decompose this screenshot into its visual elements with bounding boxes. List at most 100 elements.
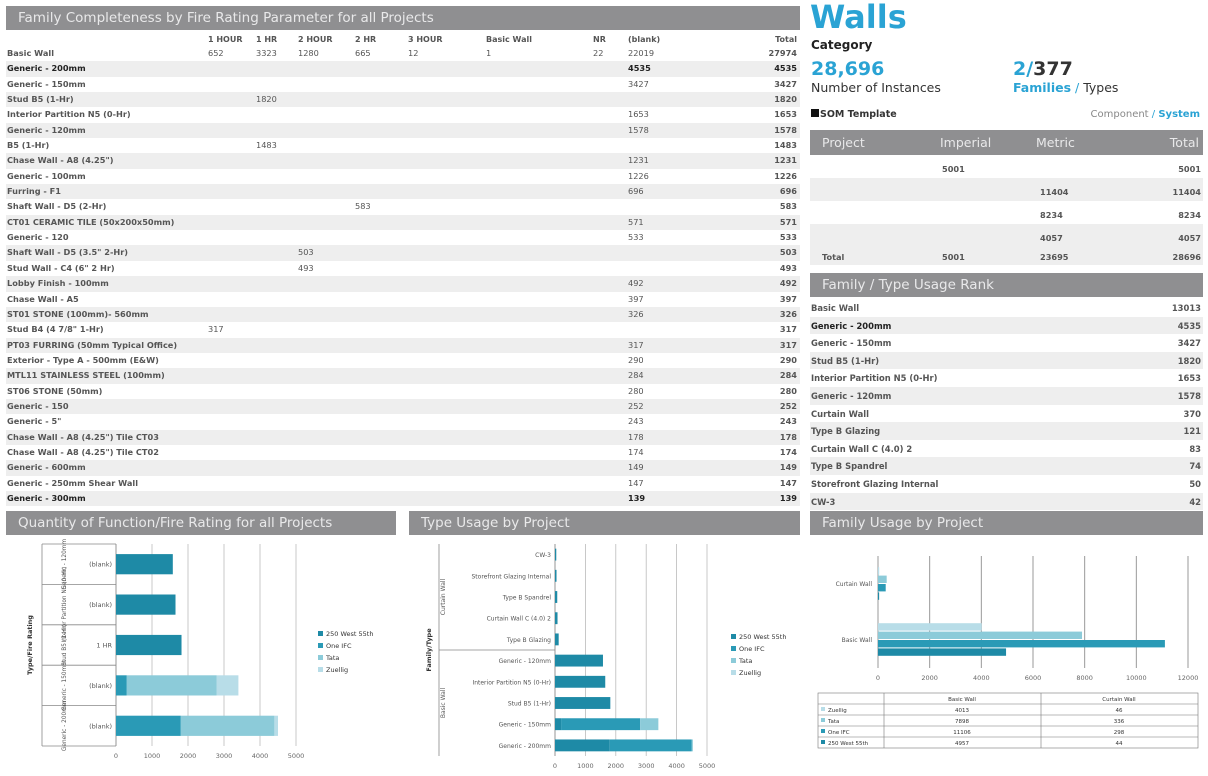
data-table-value: 336 [1114,719,1125,725]
bar [878,584,886,592]
row-total: 571 [779,216,797,227]
x-tick-label: 10000 [1126,674,1147,682]
row-total: 493 [779,262,797,273]
legend-swatch [318,667,323,672]
legend-label: Zuellig [739,669,761,677]
cell-value: 1280 [298,48,319,58]
types-label: Types [1083,80,1119,95]
cell-value: 22019 [628,48,655,58]
bar [640,718,659,731]
cell-value: 178 [628,431,644,442]
rank-list: Basic Wall 13013 Generic - 200mm 4535 Generi… [810,299,1203,511]
row-total: 252 [779,400,797,411]
rank-name: Type B Spandrel [811,461,888,472]
table-row: B5 (1-Hr) 1483 1483 [6,138,800,153]
legend-label: Zuellig [326,666,348,674]
data-table-series: Tata [827,719,839,725]
category-label: Curtain Wall [836,581,873,588]
rank-value: 370 [1183,408,1201,419]
row-total: 290 [779,354,797,365]
chart-fire-rating: 0 1000 2000 3000 4000 5000 (blank) (blank) 1 HR (… [26,539,373,760]
data-table-value: 4013 [955,708,969,714]
families-label: Families [1013,80,1072,95]
row-total: 147 [779,477,797,488]
row-total: 326 [779,308,797,319]
system-link[interactable]: System [1158,109,1200,120]
row-total: 139 [779,492,797,503]
table-row: Shaft Wall - D5 (3.5" 2-Hr) 503 503 [6,245,800,261]
column-header: Basic Wall [486,35,532,44]
rank-row: Storefront Glazing Internal 50 [810,475,1203,493]
bar [555,675,606,688]
rank-value: 42 [1189,496,1201,507]
types-count: 377 [1033,58,1073,80]
component-link[interactable]: Component [1091,109,1149,120]
bar [116,675,127,696]
project-column-header: Metric [1036,135,1075,150]
data-table-value: 4957 [955,741,969,747]
row-name: Generic - 300mm [7,492,86,503]
toggle-slash: / [1148,109,1159,120]
category-label: Generic - 120mm [499,658,552,665]
cell-value: 252 [628,400,644,411]
cell-value: 290 [628,354,644,365]
bar [126,675,217,696]
category-label: CW-3 [535,552,551,559]
table-row: Stud Wall - C4 (6" 2 Hr) 493 493 [6,261,800,276]
cell-value: 326 [628,308,644,319]
table-row: Generic - 5" 243 243 [6,414,800,429]
bar [878,575,887,583]
bar [116,715,181,736]
rank-name: Generic - 200mm [811,320,892,331]
data-table-series: Zuellig [828,708,847,714]
cell-value: 1 [486,48,492,58]
category-label: Curtain Wall C (4.0) 2 [487,616,552,623]
legend-label: One IFC [739,645,765,653]
table-row: Stud B4 (4 7/8" 1-Hr) 317 317 [6,322,800,337]
x-tick-label: 4000 [668,762,685,770]
cell-value: 583 [355,201,371,212]
row-name: Stud Wall - C4 (6" 2 Hr) [7,262,115,273]
cell-value: 1483 [256,140,277,151]
data-table-header: Curtain Wall [1102,697,1136,703]
table-row: Chase Wall - A8 (4.25") 1231 1231 [6,153,800,169]
row-name: Generic - 250mm Shear Wall [7,477,139,488]
rank-value: 83 [1189,443,1201,454]
table-row: Chase Wall - A5 397 397 [6,292,800,307]
rank-row: Curtain Wall 370 [810,405,1203,423]
table-row: ST01 STONE (100mm)- 560mm 326 326 [6,306,800,323]
bar [878,648,1007,656]
cell-value: 22 [593,48,604,58]
cell-value: 243 [628,416,644,427]
cell-value: 1226 [628,170,649,181]
table-row: Lobby Finish - 100mm 492 492 [6,276,800,292]
column-header: 2 HR [355,35,377,44]
project-row: 5001 5001 [810,155,1203,178]
row-total: 27974 [768,48,797,58]
row-total: 280 [779,385,797,396]
table-row: Stud B5 (1-Hr) 1820 1820 [6,92,800,108]
cell-value: 4535 [628,63,651,74]
rank-row: Type B Glazing 121 [810,422,1203,440]
x-tick-label: 4000 [973,674,990,682]
cell-value: 492 [628,278,644,289]
component-system-toggle[interactable]: Component / System [1091,109,1200,120]
cell-value: 397 [628,293,644,304]
x-tick-label: 8000 [1076,674,1093,682]
x-tick-label: 0 [876,674,880,682]
category-label: Generic - 200mm [499,743,552,750]
instances-value: 28,696 [811,58,885,80]
category-label: (blank) [89,682,112,690]
row-total: 174 [779,446,797,457]
rank-value: 1653 [1177,373,1201,384]
row-total: 243 [779,416,797,427]
table-row: Generic - 120 533 533 [6,230,800,245]
x-tick-label: 2000 [921,674,938,682]
legend-swatch [821,707,825,711]
row-total: 1483 [774,140,797,151]
x-tick-label: 4000 [252,752,269,760]
row-name: B5 (1-Hr) [7,140,50,151]
completeness-table: 1 HOUR 1 HR 2 HOUR 2 HR 3 HOUR Basic Wall NR (b… [6,34,800,507]
table-row: Shaft Wall - D5 (2-Hr) 583 583 [6,199,800,214]
row-total: 1653 [774,109,797,120]
